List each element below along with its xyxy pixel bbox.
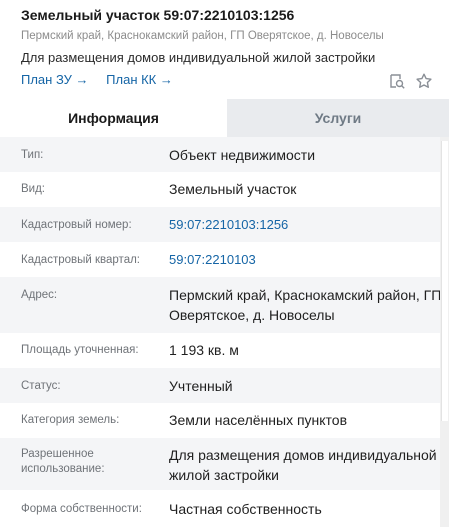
object-card-header: Земельный участок 59:07:2210103:1256 Пер… — [0, 0, 449, 98]
scrollbar-thumb[interactable] — [441, 141, 448, 421]
star-icon[interactable] — [415, 72, 433, 90]
attribute-row-cadastral-number: Кадастровый номер: 59:07:2210103:1256 — [0, 207, 440, 242]
attribute-row-status: Статус: Учтенный — [0, 368, 440, 403]
cadastral-number-link[interactable]: 59:07:2210103:1256 — [169, 215, 444, 235]
cadastral-quarter-link[interactable]: 59:07:2210103 — [169, 250, 444, 270]
attribute-row-permitted-use: Разрешенное использование: Для размещени… — [0, 438, 440, 490]
attribute-value: Объект недвижимости — [169, 147, 316, 163]
object-title: Земельный участок 59:07:2210103:1256 — [21, 7, 295, 23]
vertical-scrollbar[interactable] — [440, 137, 449, 527]
plan-links: План ЗУ → План КК → — [21, 72, 187, 87]
object-purpose: Для размещения домов индивидуальной жило… — [21, 50, 376, 65]
attribute-row-area: Площадь уточненная: 1 193 кв. м — [0, 333, 440, 368]
object-address-subtitle: Пермский край, Краснокамский район, ГП О… — [21, 30, 384, 42]
plan-zu-link[interactable]: План ЗУ → — [21, 72, 89, 87]
attribute-value: 1 193 кв. м — [169, 342, 239, 358]
tab-services[interactable]: Услуги — [227, 99, 449, 137]
attribute-value: Учтенный — [169, 378, 233, 394]
attribute-label: Тип: — [21, 149, 44, 161]
tab-information[interactable]: Информация — [0, 99, 227, 137]
attribute-label: Кадастровый квартал: — [21, 254, 140, 266]
attribute-value: Земельный участок — [169, 181, 297, 197]
attribute-label: Кадастровый номер: — [21, 219, 132, 231]
attribute-label: Вид: — [21, 183, 45, 195]
find-on-map-icon[interactable] — [388, 72, 406, 90]
attribute-label: Площадь уточненная: — [21, 344, 139, 356]
attribute-value: Пермский край, Краснокамский район, ГП О… — [169, 287, 442, 323]
attribute-label: Адрес: — [21, 289, 58, 301]
attribute-label: Разрешенное использование: — [21, 448, 105, 475]
attribute-row-kind: Вид: Земельный участок — [0, 172, 440, 207]
attribute-value: Земли населённых пунктов — [169, 412, 348, 428]
attribute-row-cadastral-quarter: Кадастровый квартал: 59:07:2210103 — [0, 242, 440, 277]
plan-kk-link[interactable]: План КК → — [106, 72, 173, 87]
attribute-value: Частная собственность — [169, 501, 322, 517]
attribute-label: Форма собственности: — [21, 503, 142, 515]
attribute-value: Для размещения домов индивидуальной жило… — [169, 447, 437, 483]
attribute-label: Категория земель: — [21, 414, 120, 426]
attribute-row-type: Тип: Объект недвижимости — [0, 137, 440, 172]
attribute-label: Статус: — [21, 380, 61, 392]
attribute-row-address: Адрес: Пермский край, Краснокамский райо… — [0, 277, 441, 333]
tab-bar: Информация Услуги — [0, 99, 449, 137]
attribute-row-ownership: Форма собственности: Частная собственнос… — [0, 490, 440, 527]
attribute-row-land-category: Категория земель: Земли населённых пункт… — [0, 403, 440, 438]
